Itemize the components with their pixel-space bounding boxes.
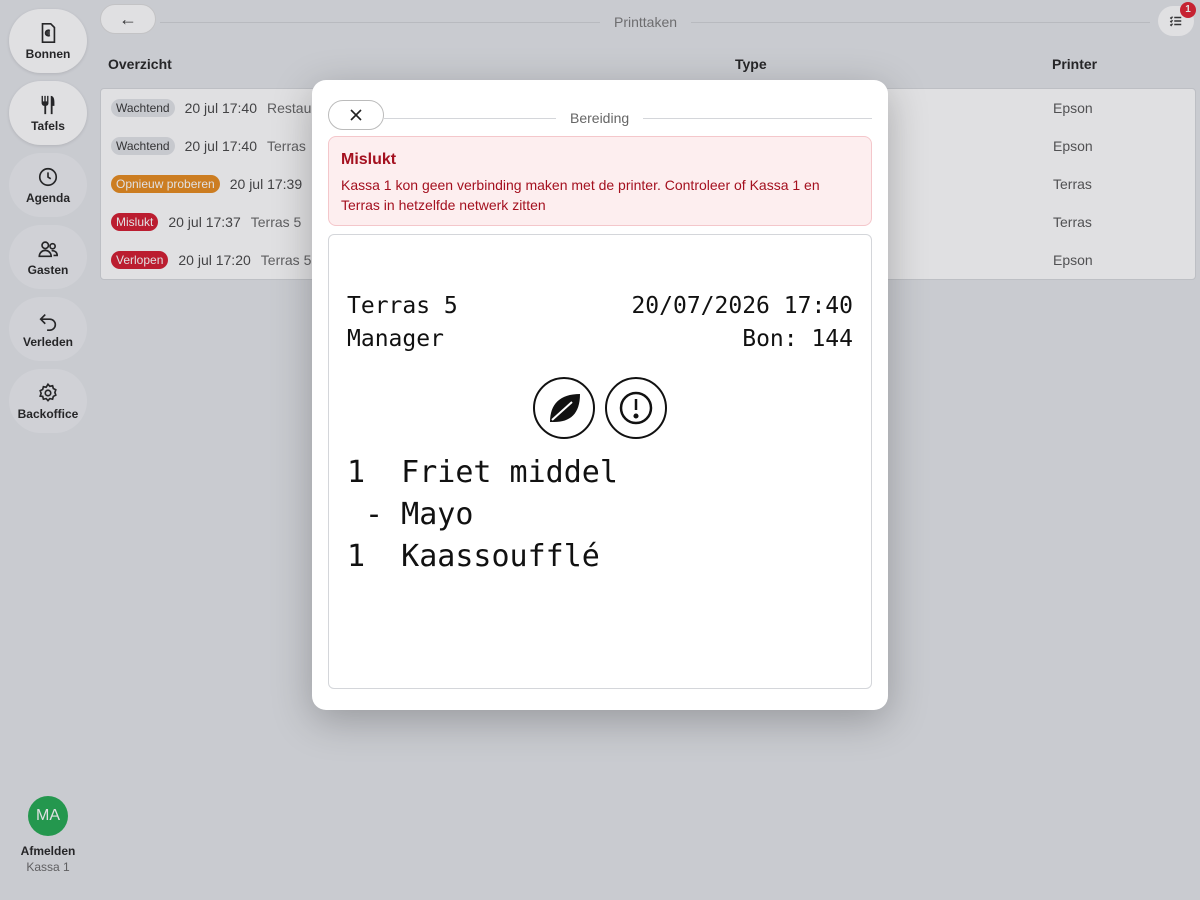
ticket-icons xyxy=(533,377,667,439)
alert-circle-icon xyxy=(605,377,667,439)
ticket-user: Manager xyxy=(347,326,444,352)
ticket-line: 1 Friet middel xyxy=(347,455,618,490)
error-alert: Mislukt Kassa 1 kon geen verbinding make… xyxy=(328,136,872,226)
modal-title: Bereiding xyxy=(556,110,644,126)
ticket-bon: Bon: 144 xyxy=(742,326,853,352)
print-job-modal: Bereiding Mislukt Kassa 1 kon geen verbi… xyxy=(312,80,888,710)
leaf-icon xyxy=(533,377,595,439)
close-icon xyxy=(350,109,362,121)
ticket-table: Terras 5 xyxy=(347,293,458,319)
ticket-line: - Mayo xyxy=(347,497,474,532)
ticket-subheader-row: Manager Bon: 144 xyxy=(347,326,853,352)
ticket-header-row: Terras 5 20/07/2026 17:40 xyxy=(347,293,853,319)
close-button[interactable] xyxy=(328,100,384,130)
ticket-preview: Terras 5 20/07/2026 17:40 Manager Bon: 1… xyxy=(328,234,872,689)
ticket-datetime: 20/07/2026 17:40 xyxy=(631,293,853,319)
alert-title: Mislukt xyxy=(341,151,397,168)
ticket-line: 1 Kaassoufflé xyxy=(347,539,600,574)
alert-message: Kassa 1 kon geen verbinding maken met de… xyxy=(341,177,820,213)
